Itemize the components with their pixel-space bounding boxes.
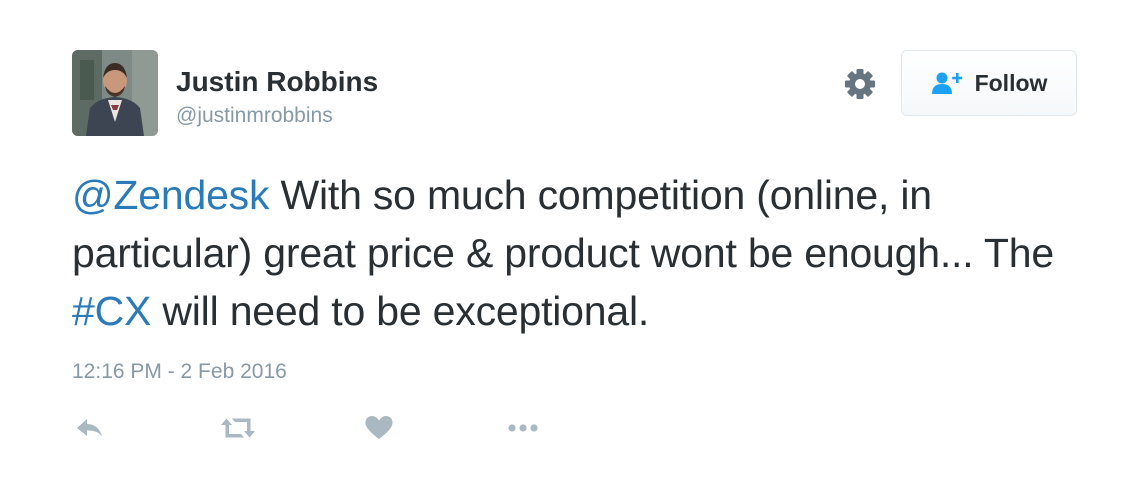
retweet-icon[interactable]	[219, 410, 257, 446]
avatar[interactable]	[72, 50, 158, 136]
hashtag-link[interactable]: #CX	[72, 288, 151, 334]
follow-user-icon	[931, 72, 962, 94]
gear-icon[interactable]	[842, 66, 878, 102]
like-icon[interactable]	[364, 410, 394, 446]
mention-link[interactable]: @Zendesk	[72, 172, 269, 218]
avatar-photo	[72, 50, 158, 136]
more-icon[interactable]	[506, 410, 544, 446]
follow-button[interactable]: Follow	[901, 50, 1077, 116]
tweet-text: @Zendesk With so much competition (onlin…	[72, 166, 1082, 340]
tweet-text-part-2: will need to be exceptional.	[151, 288, 650, 334]
tweet-timestamp[interactable]: 12:16 PM - 2 Feb 2016	[72, 360, 287, 384]
follow-label: Follow	[974, 69, 1048, 96]
user-handle[interactable]: @justinmrobbins	[176, 104, 333, 128]
reply-icon[interactable]	[74, 410, 106, 446]
display-name[interactable]: Justin Robbins	[176, 66, 378, 98]
